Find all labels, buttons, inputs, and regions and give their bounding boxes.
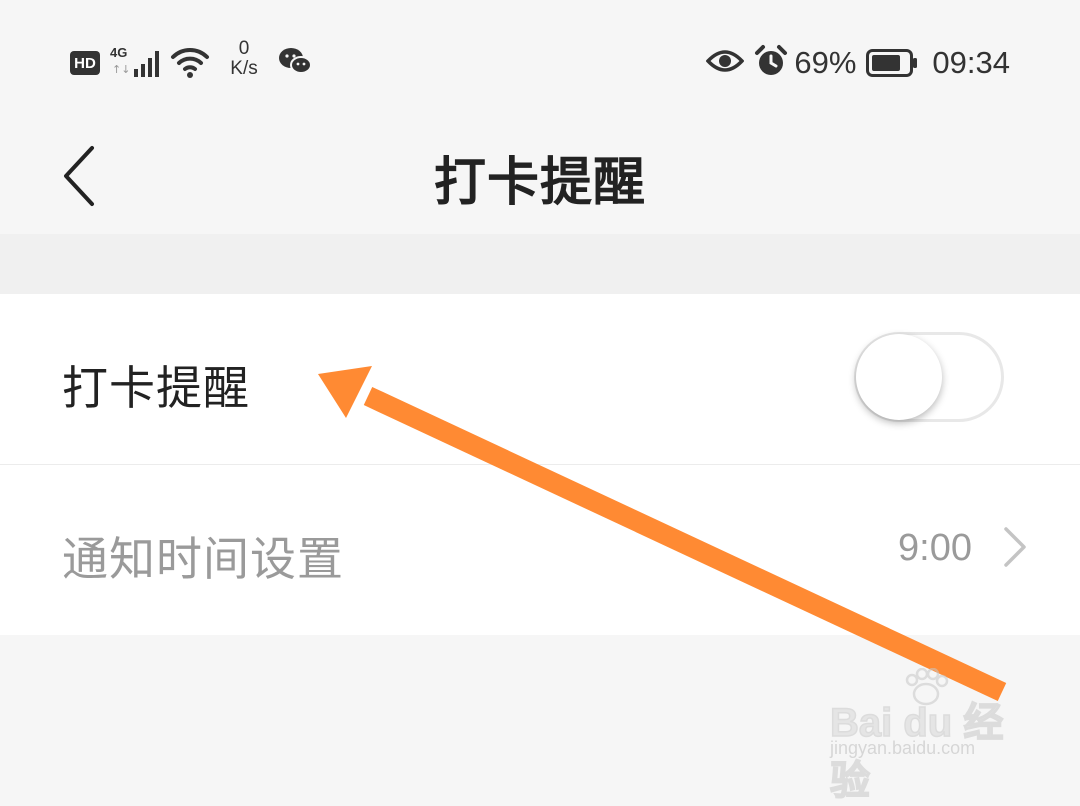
status-bar: HD 4G ↑↓ 0 K/s 69% 09:34 bbox=[0, 0, 1080, 118]
setting-row-reminder: 打卡提醒 bbox=[0, 294, 1080, 464]
page-title: 打卡提醒 bbox=[433, 153, 646, 213]
section-spacer bbox=[0, 234, 1080, 294]
settings-list: 打卡提醒 通知时间设置 9:00 bbox=[0, 294, 1080, 635]
baidu-watermark: Bai du 经验 jingyan.baidu.com bbox=[826, 668, 1026, 804]
notify-time-value: 9:00 bbox=[898, 527, 972, 569]
network-type-label: 4G bbox=[110, 45, 128, 60]
wifi-icon bbox=[170, 45, 210, 81]
watermark-url: jingyan.baidu.com bbox=[830, 738, 976, 758]
network-speed-unit: K/s bbox=[230, 58, 258, 79]
battery-percent: 69% bbox=[794, 45, 857, 80]
status-bar-right: 69% 09:34 bbox=[705, 38, 1010, 88]
status-time: 09:34 bbox=[932, 45, 1010, 80]
setting-row-notify-time[interactable]: 通知时间设置 9:00 bbox=[0, 464, 1080, 635]
reminder-toggle[interactable] bbox=[854, 332, 1004, 422]
toggle-knob bbox=[856, 334, 942, 420]
reminder-label: 打卡提醒 bbox=[62, 361, 250, 415]
status-bar-left: HD 4G ↑↓ 0 K/s bbox=[70, 38, 312, 88]
notify-time-label: 通知时间设置 bbox=[62, 532, 344, 586]
battery-icon bbox=[866, 49, 918, 77]
network-speed-value: 0 bbox=[238, 38, 250, 59]
nav-bar: 打卡提醒 bbox=[0, 118, 1080, 234]
hd-icon: HD bbox=[70, 51, 100, 75]
chevron-right-icon bbox=[1004, 527, 1026, 567]
network-speed: 0 K/s bbox=[222, 39, 266, 87]
signal-icon: 4G ↑↓ bbox=[110, 43, 164, 83]
alarm-icon bbox=[754, 44, 788, 82]
eye-icon bbox=[705, 47, 745, 79]
wechat-icon bbox=[278, 46, 312, 80]
